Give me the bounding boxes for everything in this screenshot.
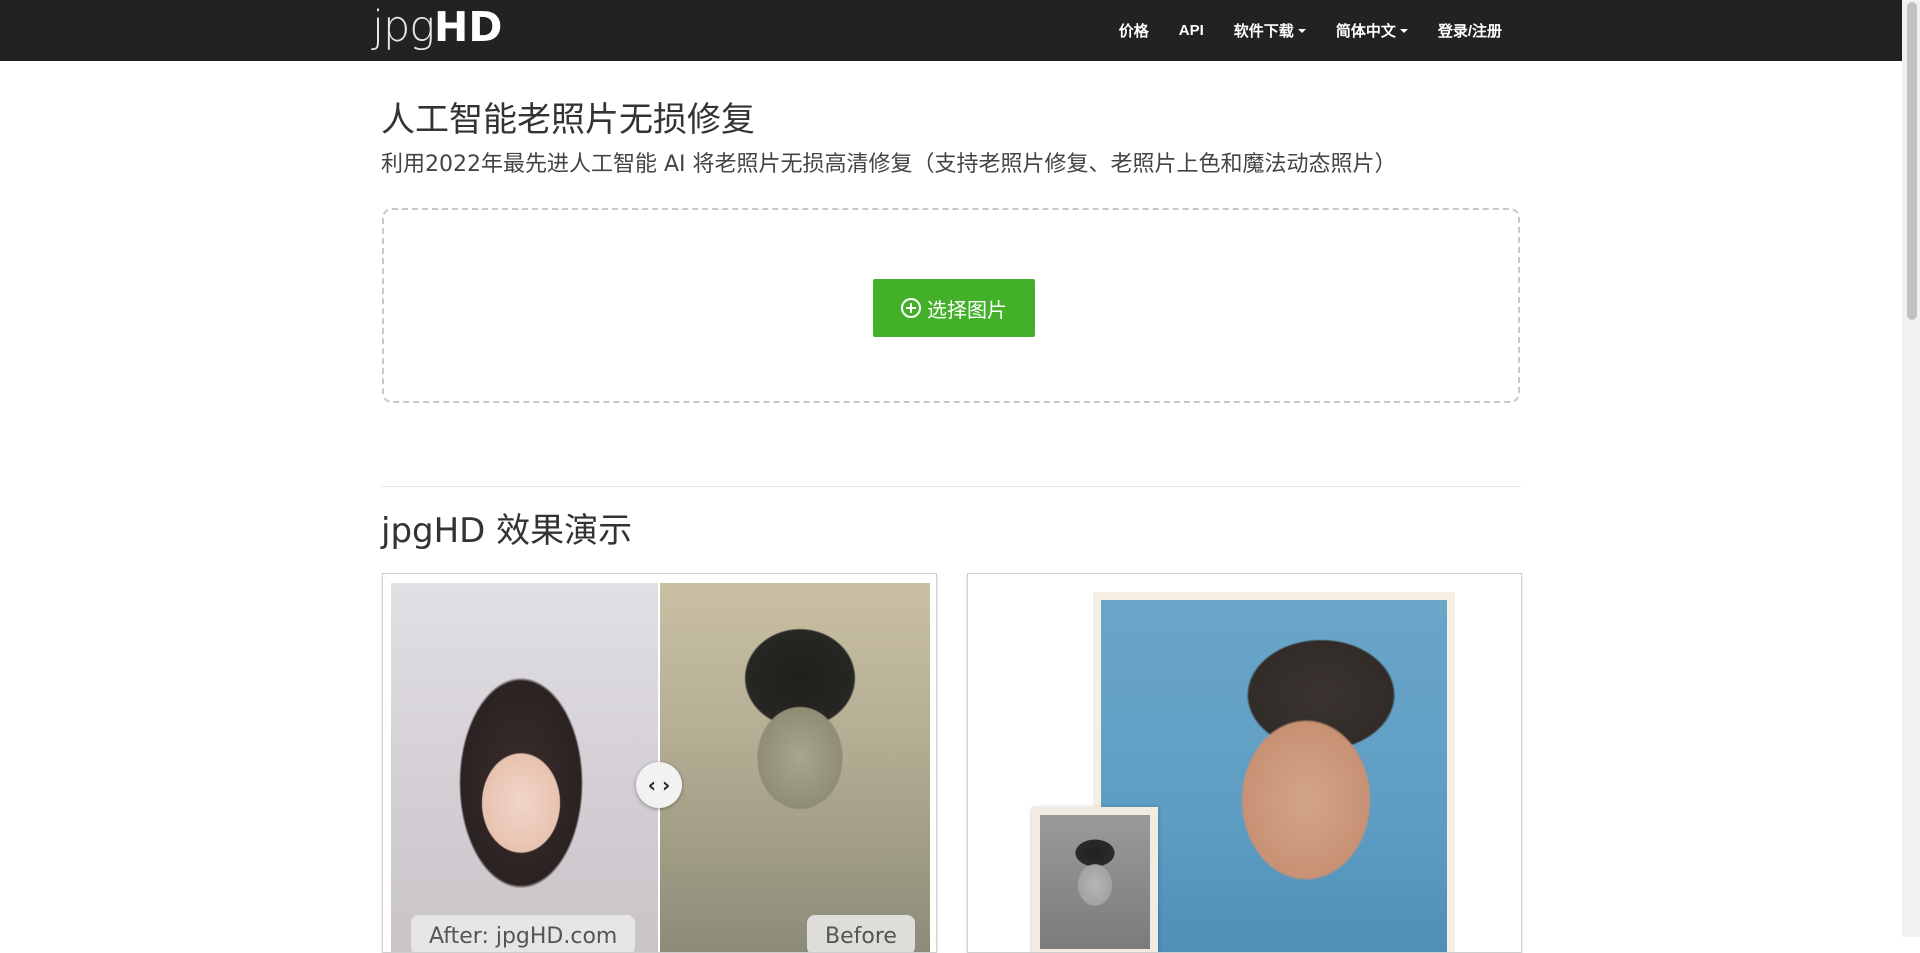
select-image-label: 选择图片 xyxy=(927,297,1007,322)
before-after-comparison-card: ‹ › After: jpgHD.com Before xyxy=(382,573,937,953)
scrollbar-thumb[interactable] xyxy=(1907,2,1917,320)
colorization-demo-card xyxy=(967,573,1522,953)
logo-text-light: jpg xyxy=(372,2,435,52)
nav-item-software-download[interactable]: 软件下载 xyxy=(1219,20,1321,41)
comparison-slider-handle[interactable]: ‹ › xyxy=(636,762,682,808)
nav-item-label: API xyxy=(1178,22,1204,39)
section-divider xyxy=(382,486,1521,487)
upload-dropzone[interactable]: 选择图片 xyxy=(382,208,1520,403)
nav-item-label: 简体中文 xyxy=(1335,23,1396,40)
nav-item-label: 软件下载 xyxy=(1233,23,1294,40)
site-logo[interactable]: jpg HD xyxy=(372,2,502,58)
nav-item-api[interactable]: API xyxy=(1164,22,1219,39)
nav-menu: 价格 API 软件下载 简体中文 登录/注册 xyxy=(1104,0,1502,61)
after-label: After: jpgHD.com xyxy=(411,915,636,952)
original-bw-portrait-image xyxy=(1040,815,1150,949)
chevron-right-icon: › xyxy=(662,773,671,797)
top-navbar: jpg HD 价格 API 软件下载 简体中文 登录/注册 xyxy=(0,0,1902,61)
before-photo xyxy=(660,583,930,952)
after-photo xyxy=(391,583,661,952)
nav-item-label: 登录/注册 xyxy=(1437,23,1502,40)
select-image-button[interactable]: 选择图片 xyxy=(873,279,1035,337)
page-scrollbar[interactable] xyxy=(1902,0,1920,937)
logo-text-bold: HD xyxy=(434,3,503,51)
nav-item-login-register[interactable]: 登录/注册 xyxy=(1423,20,1502,41)
before-label: Before xyxy=(807,915,915,952)
nav-item-label: 价格 xyxy=(1118,23,1149,40)
original-bw-portrait-photo xyxy=(1032,807,1158,952)
nav-item-language[interactable]: 简体中文 xyxy=(1321,20,1423,41)
page-subtitle: 利用2022年最先进人工智能 AI 将老照片无损高清修复（支持老照片修复、老照片… xyxy=(381,152,1397,177)
demo-section-title: jpgHD 效果演示 xyxy=(381,511,633,551)
caret-down-icon xyxy=(1297,28,1306,33)
plus-circle-icon xyxy=(901,298,921,318)
nav-item-pricing[interactable]: 价格 xyxy=(1104,20,1164,41)
chevron-left-icon: ‹ xyxy=(647,773,656,797)
page-title: 人工智能老照片无损修复 xyxy=(381,100,755,140)
caret-down-icon xyxy=(1399,28,1408,33)
